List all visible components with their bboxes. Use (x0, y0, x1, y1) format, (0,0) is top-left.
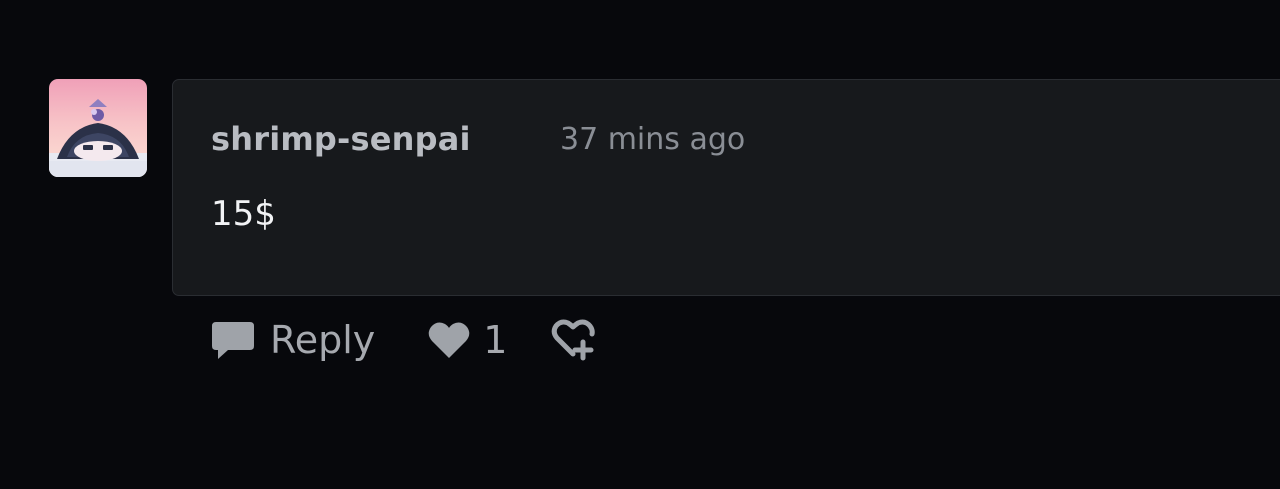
avatar-image (49, 79, 147, 177)
comment-body: 15$ (211, 194, 276, 234)
like-count: 1 (483, 318, 508, 362)
speech-bubble-icon (210, 318, 256, 362)
author-name[interactable]: shrimp-senpai (211, 120, 471, 158)
add-reaction-button[interactable] (551, 318, 601, 362)
avatar[interactable] (49, 79, 147, 177)
comment-card: shrimp-senpai 37 mins ago 15$ (172, 79, 1280, 296)
reply-label: Reply (270, 318, 376, 362)
heart-icon (427, 320, 471, 360)
heart-plus-icon (551, 318, 601, 362)
reply-button[interactable]: Reply (210, 318, 375, 362)
comment: shrimp-senpai 37 mins ago 15$ Reply 1 (0, 0, 1280, 489)
comment-actions: Reply 1 (210, 316, 601, 364)
comment-timestamp[interactable]: 37 mins ago (560, 122, 745, 157)
like-button[interactable]: 1 (427, 318, 507, 362)
